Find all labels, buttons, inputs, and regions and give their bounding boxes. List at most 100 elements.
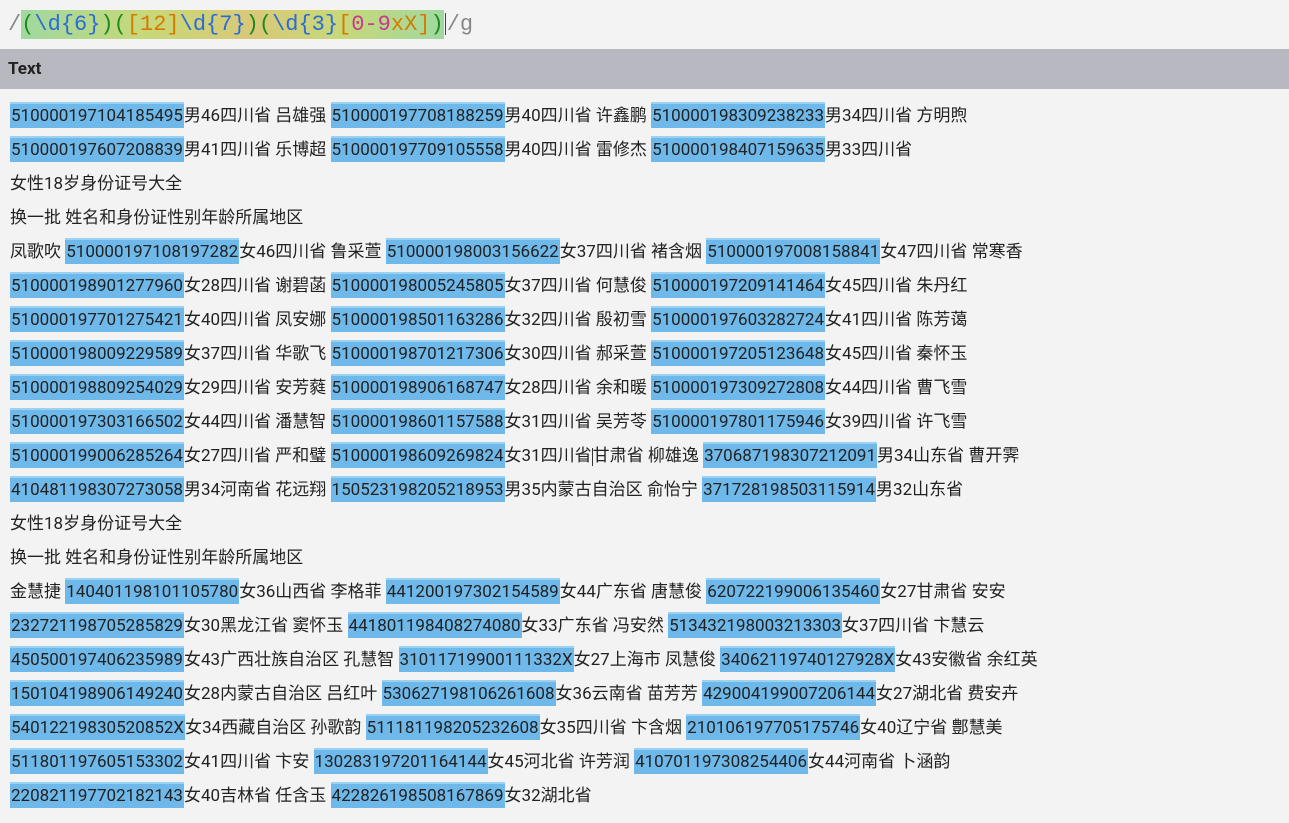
plain-text: 女37四川省 卞慧云	[842, 616, 984, 636]
match-highlight: 450500197406235989	[10, 646, 184, 672]
match-highlight: 140401198101105780	[65, 578, 239, 604]
plain-text: 女44河南省 卜涵韵	[808, 752, 950, 772]
match-highlight: 510000198809254029	[10, 374, 184, 400]
plain-text: 女45河北省 许芳润	[488, 752, 635, 772]
plain-text: 女28四川省 谢碧菡	[184, 276, 331, 296]
match-highlight: 530627198106261608	[382, 680, 556, 706]
plain-text: 女36山西省 李格菲	[239, 582, 386, 602]
match-highlight: 510000197205123648	[651, 340, 825, 366]
match-highlight: 620722199006135460	[706, 578, 880, 604]
test-text-area[interactable]: 510000197104185495男46四川省 吕雄强 51000019770…	[0, 89, 1289, 823]
plain-text: 男41四川省 乐博超	[184, 140, 331, 160]
match-highlight: 31011719900111332X	[399, 646, 574, 672]
plain-text: 女43安徽省 余红英	[895, 650, 1037, 670]
regex-pattern: (\d{6})([12]\d{7})(\d{3}[0-9xX])	[21, 10, 444, 39]
plain-text: 女28四川省 余和暖	[505, 378, 652, 398]
plain-text: 女33广东省 冯安然	[522, 616, 669, 636]
plain-text: 女30四川省 郝采萱	[505, 344, 652, 364]
group2-class: [12]	[127, 12, 180, 37]
plain-text: 女47四川省 常寒香	[880, 242, 1022, 262]
plain-text: 女46四川省 鲁采萱	[239, 242, 386, 262]
match-highlight: 510000197801175946	[651, 408, 825, 434]
plain-text: 女40吉林省 任含玉	[184, 786, 331, 806]
plain-text: 男35内蒙古自治区 俞怡宁	[505, 480, 703, 500]
plain-text: 男33四川省	[825, 140, 912, 160]
regex-flags: g	[460, 12, 473, 37]
plain-text: 换一批 姓名和身份证性别年龄所属地区	[10, 548, 303, 568]
group2-open: (	[114, 12, 127, 37]
match-highlight: 510000197603282724	[651, 306, 825, 332]
match-highlight: 510000198501163286	[331, 306, 505, 332]
plain-text: 女27湖北省 费安卉	[876, 684, 1018, 704]
match-highlight: 510000197701275421	[10, 306, 184, 332]
group3-close: )	[431, 12, 444, 37]
plain-text: 女30黑龙江省 窦怀玉	[184, 616, 348, 636]
match-highlight: 510000198701217306	[331, 340, 505, 366]
match-highlight: 34062119740127928X	[720, 646, 895, 672]
match-highlight: 510000198309238233	[651, 102, 825, 128]
match-highlight: 510000197209141464	[651, 272, 825, 298]
group1-open: (	[21, 12, 34, 37]
plain-text: 女性18岁身份证号大全	[10, 174, 182, 194]
plain-text: 女34西藏自治区 孙歌韵	[185, 718, 366, 738]
plain-text: 女性18岁身份证号大全	[10, 514, 182, 534]
match-highlight: 511181198205232608	[366, 714, 540, 740]
group1-quant: {6}	[61, 12, 101, 37]
match-highlight: 510000197303166502	[10, 408, 184, 434]
group3-open: (	[259, 12, 272, 37]
match-highlight: 510000198005245805	[331, 272, 505, 298]
plain-text: 女37四川省 褚含烟	[560, 242, 707, 262]
plain-text: 女39四川省 许飞雪	[825, 412, 967, 432]
group2-token: \d	[180, 12, 206, 37]
match-highlight: 429004199007206144	[702, 680, 876, 706]
regex-bar[interactable]: /(\d{6})([12]\d{7})(\d{3}[0-9xX])/g	[0, 0, 1289, 49]
plain-text: 男40四川省 雷修杰	[505, 140, 652, 160]
plain-text: 女31四川省	[505, 446, 592, 466]
plain-text: 男34四川省 方明煦	[825, 106, 967, 126]
plain-text: 女44广东省 唐慧俊	[560, 582, 707, 602]
match-highlight: 510000198009229589	[10, 340, 184, 366]
match-highlight: 510000197008158841	[706, 238, 880, 264]
match-highlight: 441801198408274080	[348, 612, 522, 638]
plain-text: 女32四川省 殷初雪	[505, 310, 652, 330]
plain-text: 女36云南省 苗芳芳	[556, 684, 703, 704]
match-highlight: 210106197705175746	[686, 714, 860, 740]
plain-text: 女45四川省 秦怀玉	[825, 344, 967, 364]
match-highlight: 510000198601157588	[331, 408, 505, 434]
plain-text: 男40四川省 许鑫鹏	[505, 106, 652, 126]
text-section-header: Text	[0, 49, 1289, 89]
match-highlight: 510000198901277960	[10, 272, 184, 298]
match-highlight: 150104198906149240	[10, 680, 184, 706]
plain-text: 女27甘肃省 安安	[880, 582, 1005, 602]
match-highlight: 441200197302154589	[386, 578, 560, 604]
plain-text: 甘肃省 柳雄逸	[593, 446, 703, 466]
regex-cursor	[445, 13, 446, 35]
group2-close: )	[246, 12, 259, 37]
match-highlight: 54012219830520852X	[10, 714, 185, 740]
group3-quant: {3}	[298, 12, 338, 37]
plain-text: 男34河南省 花远翔	[184, 480, 331, 500]
match-highlight: 371728198503115914	[702, 476, 876, 502]
match-highlight: 130283197201164144	[314, 748, 488, 774]
match-highlight: 510000198407159635	[651, 136, 825, 162]
plain-text: 凤歌吹	[10, 242, 65, 262]
match-highlight: 513432198003213303	[668, 612, 842, 638]
group3-token: \d	[272, 12, 298, 37]
plain-text: 女45四川省 朱丹红	[825, 276, 967, 296]
match-highlight: 410701197308254406	[634, 748, 808, 774]
match-highlight: 510000198003156622	[386, 238, 560, 264]
group3-range: 0-9	[351, 12, 391, 37]
group1-close: )	[100, 12, 113, 37]
plain-text: 女43广西壮族自治区 孔慧智	[184, 650, 399, 670]
plain-text: 女41四川省 卞安	[184, 752, 314, 772]
match-highlight: 510000198906168747	[331, 374, 505, 400]
plain-text: 男34山东省 曹开霁	[877, 446, 1019, 466]
group3-class-open: [	[338, 12, 351, 37]
plain-text: 女27上海市 凤慧俊	[574, 650, 721, 670]
plain-text: 女44四川省 潘慧智	[184, 412, 331, 432]
plain-text: 女32湖北省	[505, 786, 592, 806]
match-highlight: 410481198307273058	[10, 476, 184, 502]
regex-delimiter-close: /	[447, 12, 460, 37]
match-highlight: 510000198609269824	[331, 442, 505, 468]
plain-text: 男46四川省 吕雄强	[184, 106, 331, 126]
